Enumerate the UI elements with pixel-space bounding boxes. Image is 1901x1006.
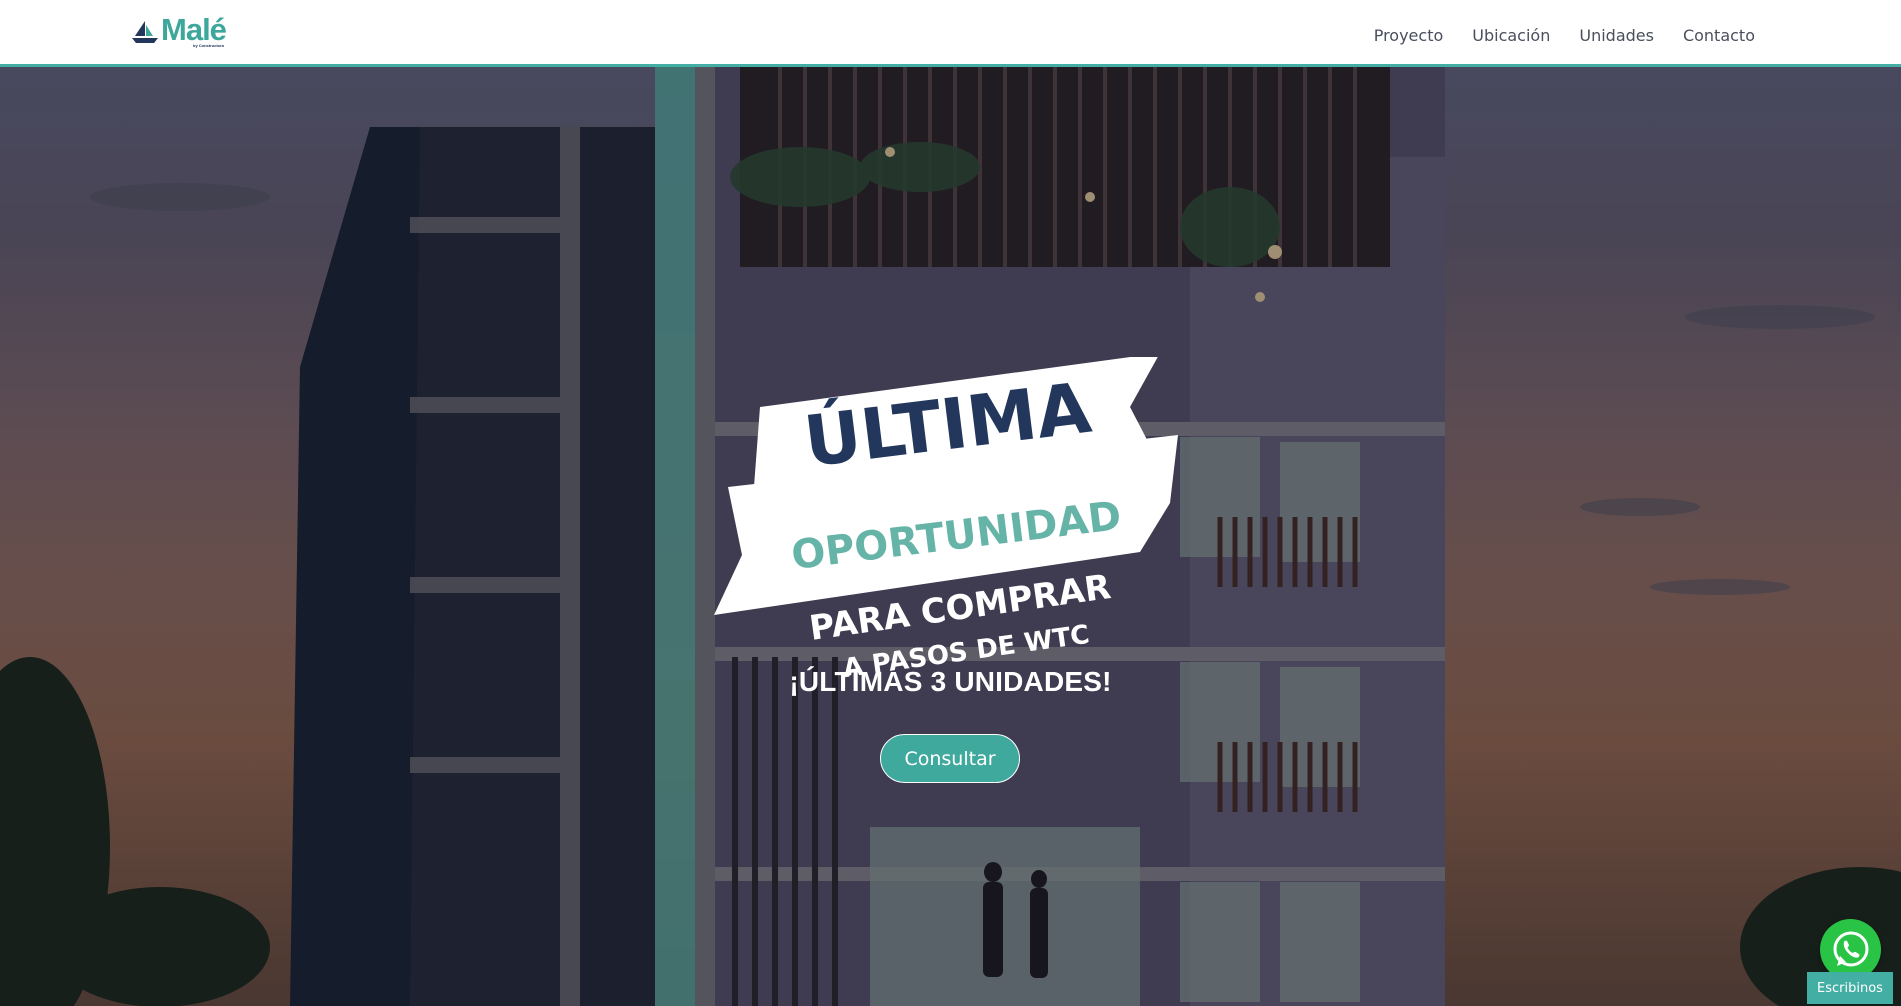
- brand-name: Malé: [161, 11, 227, 47]
- whatsapp-icon: [1833, 931, 1868, 966]
- main-nav: Proyecto Ubicación Unidades Contacto: [1374, 24, 1755, 48]
- consultar-button[interactable]: Consultar: [880, 734, 1020, 783]
- promo-banner-graphic: ÚLTIMA OPORTUNIDAD PARA COMPRAR A PASOS …: [714, 353, 1178, 684]
- promo-banner: ÚLTIMA OPORTUNIDAD PARA COMPRAR A PASOS …: [700, 353, 1200, 697]
- nav-item-contacto[interactable]: Contacto: [1683, 24, 1755, 48]
- nav-item-unidades[interactable]: Unidades: [1579, 24, 1654, 48]
- hero-section: ÚLTIMA OPORTUNIDAD PARA COMPRAR A PASOS …: [0, 67, 1901, 1006]
- navbar: Malé by Constructora Proyecto Ubicación …: [0, 0, 1901, 67]
- brand-byline: by Constructora: [193, 43, 224, 48]
- sailboat-icon: [132, 21, 158, 43]
- units-remaining-text: ¡ÚLTIMAS 3 UNIDADES!: [789, 666, 1112, 697]
- whatsapp-label[interactable]: Escribinos: [1807, 972, 1893, 1004]
- nav-item-ubicacion[interactable]: Ubicación: [1472, 24, 1550, 48]
- whatsapp-button[interactable]: [1820, 919, 1881, 980]
- brand-logo[interactable]: Malé by Constructora: [131, 11, 227, 52]
- nav-item-proyecto[interactable]: Proyecto: [1374, 24, 1444, 48]
